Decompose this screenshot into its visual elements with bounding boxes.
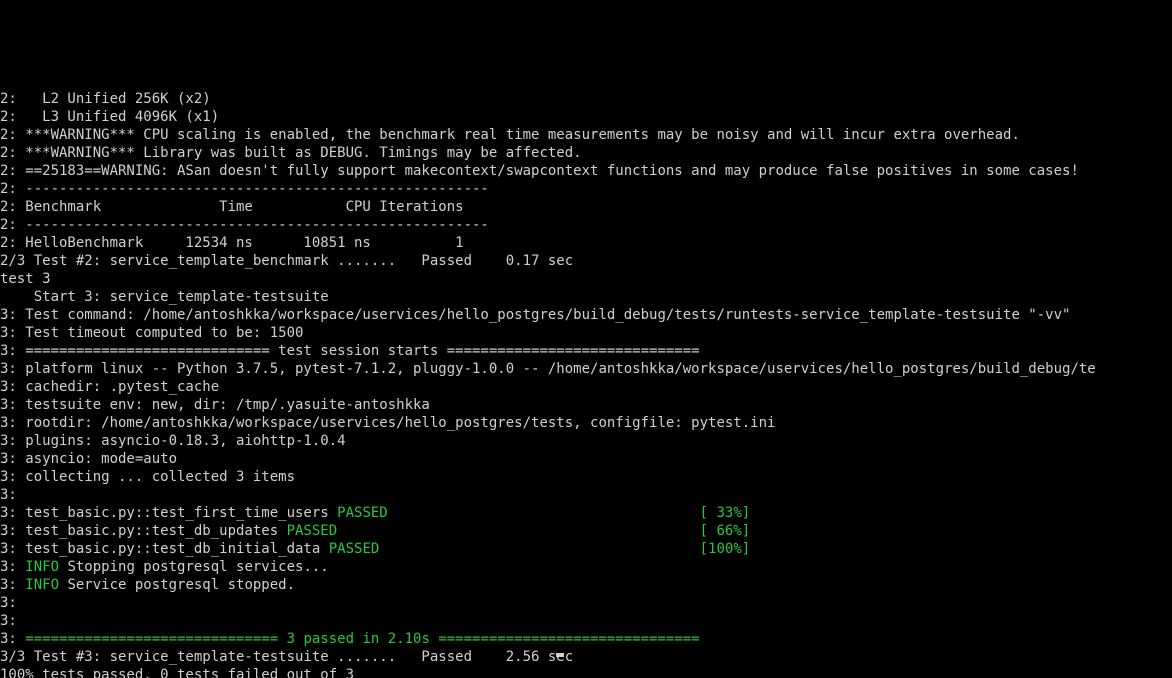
terminal-segment: 3: Test command: /home/antoshkka/workspa… bbox=[0, 307, 1070, 323]
terminal-segment: INFO bbox=[25, 559, 59, 575]
terminal-segment: Service postgresql stopped. bbox=[59, 577, 295, 593]
terminal-segment: 3: test_basic.py::test_db_initial_data bbox=[0, 541, 329, 557]
terminal-line: 3: bbox=[0, 612, 1172, 630]
terminal-line: 3: test_basic.py::test_first_time_users … bbox=[0, 504, 1172, 522]
terminal-line: 3: INFO Stopping postgresql services... bbox=[0, 558, 1172, 576]
terminal-segment: PASSED bbox=[337, 505, 388, 521]
terminal-segment: 3 passed bbox=[287, 631, 354, 647]
terminal-line: 3: Test command: /home/antoshkka/workspa… bbox=[0, 306, 1172, 324]
terminal-segment: 3: bbox=[0, 595, 25, 611]
terminal-segment: 3: platform linux -- Python 3.7.5, pytes… bbox=[0, 361, 1096, 377]
terminal-line: 3: Test timeout computed to be: 1500 bbox=[0, 324, 1172, 342]
terminal-line: 3: bbox=[0, 594, 1172, 612]
terminal-segment: 2: L3 Unified 4096K (x1) bbox=[0, 109, 219, 125]
terminal-line: 2: L2 Unified 256K (x2) bbox=[0, 90, 1172, 108]
terminal-line: 3: plugins: asyncio-0.18.3, aiohttp-1.0.… bbox=[0, 432, 1172, 450]
terminal-segment: [ 33%] bbox=[700, 505, 751, 521]
terminal-line: 3: rootdir: /home/antoshkka/workspace/us… bbox=[0, 414, 1172, 432]
terminal-segment: 3: Test timeout computed to be: 1500 bbox=[0, 325, 303, 341]
terminal-segment: =============================== bbox=[430, 631, 700, 647]
terminal-segment: ============================== bbox=[25, 631, 286, 647]
terminal-segment: 3: test_basic.py::test_first_time_users bbox=[0, 505, 337, 521]
terminal-segment: 2: L2 Unified 256K (x2) bbox=[0, 91, 211, 107]
terminal-segment: 3: collecting ... collected 3 items bbox=[0, 469, 295, 485]
terminal-segment bbox=[337, 523, 699, 539]
terminal-segment: test 3 bbox=[0, 271, 51, 287]
terminal-segment: 3: asyncio: mode=auto bbox=[0, 451, 177, 467]
terminal-segment: 3/3 Test #3: service_template-testsuite … bbox=[0, 649, 573, 665]
terminal-segment: 2: ==25183==WARNING: ASan doesn't fully … bbox=[0, 163, 1079, 179]
terminal-line: test 3 bbox=[0, 270, 1172, 288]
terminal-segment: 3: bbox=[0, 613, 25, 629]
terminal-segment: PASSED bbox=[329, 541, 380, 557]
terminal-segment: 3: cachedir: .pytest_cache bbox=[0, 379, 219, 395]
terminal-line: Start 3: service_template-testsuite bbox=[0, 288, 1172, 306]
text-cursor bbox=[556, 653, 564, 657]
terminal-line: 2: HelloBenchmark 12534 ns 10851 ns 1 bbox=[0, 234, 1172, 252]
terminal-segment: 3: bbox=[0, 487, 25, 503]
terminal-segment: 3: bbox=[0, 559, 25, 575]
terminal-line: 3: asyncio: mode=auto bbox=[0, 450, 1172, 468]
terminal-segment: 3: bbox=[0, 631, 25, 647]
terminal-segment: 3: bbox=[0, 577, 25, 593]
terminal-segment bbox=[388, 505, 700, 521]
terminal-segment: 3: ============================= test se… bbox=[0, 343, 700, 359]
terminal-segment: 2/3 Test #2: service_template_benchmark … bbox=[0, 253, 573, 269]
terminal-line: 2: -------------------------------------… bbox=[0, 216, 1172, 234]
terminal-line: 3: platform linux -- Python 3.7.5, pytes… bbox=[0, 360, 1172, 378]
terminal-line: 2: Benchmark Time CPU Iterations bbox=[0, 198, 1172, 216]
terminal-segment: 3: test_basic.py::test_db_updates bbox=[0, 523, 287, 539]
terminal-segment: 2: ***WARNING*** CPU scaling is enabled,… bbox=[0, 127, 1020, 143]
terminal-output: 2: L2 Unified 256K (x2) 2: L3 Unified 409… bbox=[0, 90, 1172, 678]
terminal-line: 2/3 Test #2: service_template_benchmark … bbox=[0, 252, 1172, 270]
terminal-line: 2: ==25183==WARNING: ASan doesn't fully … bbox=[0, 162, 1172, 180]
terminal-line: 100% tests passed, 0 tests failed out of… bbox=[0, 666, 1172, 678]
terminal-segment: [100%] bbox=[700, 541, 751, 557]
terminal-segment: 2: ***WARNING*** Library was built as DE… bbox=[0, 145, 582, 161]
terminal-line: 3: collecting ... collected 3 items bbox=[0, 468, 1172, 486]
terminal-segment: 100% tests passed, 0 tests failed out of… bbox=[0, 667, 354, 678]
terminal-line: 3: bbox=[0, 486, 1172, 504]
terminal-segment: 2: -------------------------------------… bbox=[0, 217, 489, 233]
terminal-segment: [ 66%] bbox=[700, 523, 751, 539]
terminal-segment: Start 3: service_template-testsuite bbox=[0, 289, 329, 305]
terminal-line: 3: INFO Service postgresql stopped. bbox=[0, 576, 1172, 594]
terminal-line: 2: -------------------------------------… bbox=[0, 180, 1172, 198]
terminal-segment: 3: plugins: asyncio-0.18.3, aiohttp-1.0.… bbox=[0, 433, 346, 449]
terminal-line: 3: ============================== 3 pass… bbox=[0, 630, 1172, 648]
terminal-segment: 3: rootdir: /home/antoshkka/workspace/us… bbox=[0, 415, 775, 431]
terminal-segment: 2: HelloBenchmark 12534 ns 10851 ns 1 bbox=[0, 235, 464, 251]
terminal-segment: Stopping postgresql services... bbox=[59, 559, 329, 575]
terminal-segment bbox=[379, 541, 699, 557]
terminal-line: 3/3 Test #3: service_template-testsuite … bbox=[0, 648, 1172, 666]
terminal-line: 2: ***WARNING*** CPU scaling is enabled,… bbox=[0, 126, 1172, 144]
terminal-segment: 3: testsuite env: new, dir: /tmp/.yasuit… bbox=[0, 397, 430, 413]
terminal-line: 3: cachedir: .pytest_cache bbox=[0, 378, 1172, 396]
terminal-line: 2: ***WARNING*** Library was built as DE… bbox=[0, 144, 1172, 162]
terminal-segment: in 2.10s bbox=[354, 631, 430, 647]
terminal-segment: INFO bbox=[25, 577, 59, 593]
terminal-segment: 2: Benchmark Time CPU Iterations bbox=[0, 199, 464, 215]
terminal-line: 3: test_basic.py::test_db_initial_data P… bbox=[0, 540, 1172, 558]
terminal-line: 3: testsuite env: new, dir: /tmp/.yasuit… bbox=[0, 396, 1172, 414]
terminal-line: 3: test_basic.py::test_db_updates PASSED… bbox=[0, 522, 1172, 540]
terminal-line: 2: L3 Unified 4096K (x1) bbox=[0, 108, 1172, 126]
terminal-segment: PASSED bbox=[287, 523, 338, 539]
terminal-line: 3: ============================= test se… bbox=[0, 342, 1172, 360]
terminal-segment: 2: -------------------------------------… bbox=[0, 181, 489, 197]
